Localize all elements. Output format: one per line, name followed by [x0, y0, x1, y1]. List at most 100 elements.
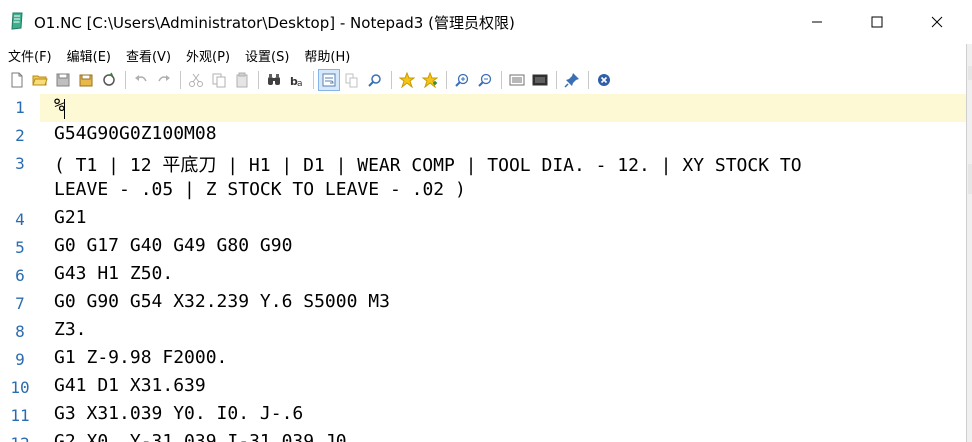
- favorite-icon: [399, 72, 415, 88]
- line-number: 5: [15, 238, 25, 257]
- window-title: O1.NC [C:\Users\Administrator\Desktop] -…: [34, 14, 515, 32]
- svg-text:a: a: [297, 79, 303, 88]
- undo-icon: [135, 75, 147, 82]
- code-line: G3 X31.039 Y0. I0. J-.6: [54, 403, 304, 424]
- toolbar: b a: [0, 66, 972, 94]
- pin-button[interactable]: [561, 69, 583, 91]
- current-line-highlight: [0, 94, 966, 122]
- menu-bar: 文件(F) 编辑(E) 查看(V) 外观(P) 设置(S) 帮助(H): [0, 44, 972, 66]
- toolbar-separator: [258, 71, 259, 89]
- open-folder-icon: [32, 75, 48, 86]
- menu-edit[interactable]: 编辑(E): [59, 46, 118, 65]
- line-number: 6: [15, 266, 25, 285]
- customize-button[interactable]: [529, 69, 551, 91]
- code-line: G21: [54, 207, 87, 228]
- line-number: 3: [15, 154, 25, 173]
- close-window-button[interactable]: [914, 0, 960, 44]
- reload-icon: [103, 72, 115, 86]
- zoom-in-button[interactable]: [451, 69, 473, 91]
- find-icon: [268, 74, 280, 85]
- maximize-icon: [871, 16, 883, 28]
- code-line: G54G90G0Z100M08: [54, 123, 217, 144]
- jump-icon: [345, 73, 358, 88]
- menu-file[interactable]: 文件(F): [0, 46, 59, 65]
- code-line: G43 H1 Z50.: [54, 263, 174, 284]
- notepad3-window: O1.NC [C:\Users\Administrator\Desktop] -…: [0, 0, 972, 442]
- exit-button[interactable]: [593, 69, 615, 91]
- code-line: Z3.: [54, 319, 87, 340]
- find-next-button[interactable]: [364, 69, 386, 91]
- new-file-button[interactable]: [6, 69, 28, 91]
- reload-button[interactable]: [98, 69, 120, 91]
- line-number: 9: [15, 350, 25, 369]
- add-favorite-icon: [422, 72, 438, 88]
- find-button[interactable]: [263, 69, 285, 91]
- minimize-button[interactable]: [794, 0, 840, 44]
- code-line: G0 G17 G40 G49 G80 G90: [54, 235, 293, 256]
- title-bar[interactable]: O1.NC [C:\Users\Administrator\Desktop] -…: [0, 0, 972, 44]
- redo-icon: [158, 75, 170, 82]
- line-number: 12: [0, 434, 40, 442]
- editor-area[interactable]: 1% 2 G54G90G0Z100M08 3( T1 | 12 平底刀 | H1 | …: [0, 94, 966, 442]
- line-number: 10: [10, 378, 30, 397]
- cut-icon: [189, 73, 203, 87]
- favorites-button[interactable]: [396, 69, 418, 91]
- replace-button[interactable]: b a: [286, 69, 308, 91]
- save-icon: [56, 73, 70, 87]
- menu-view[interactable]: 查看(V): [118, 46, 178, 65]
- paste-button[interactable]: [231, 69, 253, 91]
- toolbar-separator: [446, 71, 447, 89]
- menu-help[interactable]: 帮助(H): [296, 46, 357, 65]
- word-wrap-toggle[interactable]: [318, 69, 340, 91]
- toolbar-separator: [588, 71, 589, 89]
- menu-appearance[interactable]: 外观(P): [178, 46, 237, 65]
- text-caret: [64, 99, 65, 119]
- redo-button[interactable]: [153, 69, 175, 91]
- toolbar-separator: [501, 71, 502, 89]
- line-number: 4: [15, 210, 25, 229]
- toolbar-separator: [313, 71, 314, 89]
- notepad3-app-icon: [11, 12, 23, 30]
- add-favorite-button[interactable]: [419, 69, 441, 91]
- line-number: 1: [15, 98, 25, 117]
- minimize-icon: [812, 21, 822, 23]
- customize-icon: [532, 74, 548, 86]
- background-window-edge: [966, 44, 972, 442]
- save-all-button[interactable]: [75, 69, 97, 91]
- menu-settings[interactable]: 设置(S): [237, 46, 296, 65]
- jump-button[interactable]: [341, 69, 363, 91]
- toolbar-separator: [125, 71, 126, 89]
- zoom-in-icon: [455, 73, 469, 87]
- cut-button[interactable]: [185, 69, 207, 91]
- maximize-button[interactable]: [854, 0, 900, 44]
- find-next-icon: [368, 74, 381, 87]
- scheme-icon: [509, 74, 525, 86]
- undo-button[interactable]: [130, 69, 152, 91]
- replace-icon: b a: [290, 75, 303, 88]
- toolbar-separator: [180, 71, 181, 89]
- new-file-icon: [11, 72, 23, 88]
- zoom-out-button[interactable]: [474, 69, 496, 91]
- code-line: G41 D1 X31.639: [54, 375, 206, 396]
- save-all-icon: [79, 74, 93, 87]
- close-icon: [598, 74, 610, 86]
- scheme-button[interactable]: [506, 69, 528, 91]
- line-number: 7: [15, 294, 25, 313]
- copy-icon: [212, 73, 226, 88]
- save-button[interactable]: [52, 69, 74, 91]
- close-window-icon: [931, 16, 943, 28]
- code-line: G1 Z-9.98 F2000.: [54, 347, 228, 368]
- word-wrap-icon: [322, 73, 336, 87]
- open-button[interactable]: [29, 69, 51, 91]
- zoom-out-icon: [478, 73, 492, 87]
- code-line: G2 X0. Y-31.039 I-31.039 J0.: [54, 431, 358, 442]
- line-number: 11: [10, 406, 30, 425]
- line-number: 8: [15, 322, 25, 341]
- code-line: LEAVE - .05 | Z STOCK TO LEAVE - .02 ): [54, 179, 466, 200]
- pin-icon: [564, 73, 579, 88]
- toolbar-separator: [556, 71, 557, 89]
- copy-button[interactable]: [208, 69, 230, 91]
- line-number: 2: [15, 126, 25, 145]
- code-line: G0 G90 G54 X32.239 Y.6 S5000 M3: [54, 291, 390, 312]
- paste-icon: [236, 72, 248, 88]
